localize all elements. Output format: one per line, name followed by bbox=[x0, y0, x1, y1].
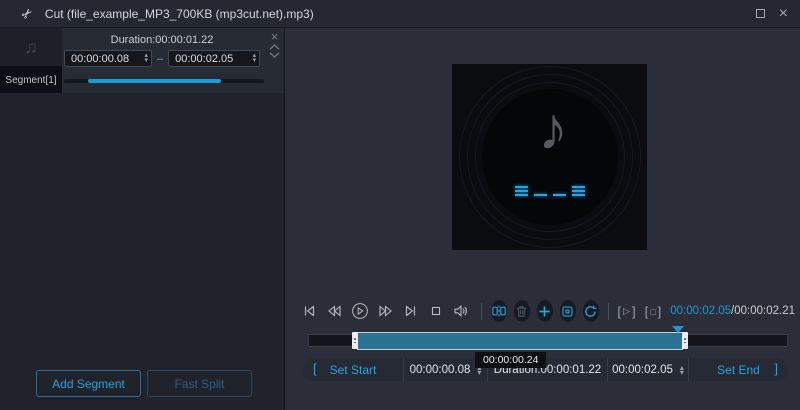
bracket-open-glyph: [ bbox=[644, 303, 649, 319]
bracket-open-glyph: [ bbox=[617, 303, 622, 319]
toolbar-divider bbox=[607, 302, 609, 320]
stop-selection-button[interactable]: [ □ ] bbox=[645, 304, 662, 319]
move-segment-up-button[interactable] bbox=[269, 44, 280, 50]
segment-end-input[interactable]: 00:00:02.05 ▴ ▾ bbox=[168, 50, 261, 67]
audio-artwork: ♪ bbox=[452, 64, 647, 250]
segment-detail-card: Duration:00:00:01.22 00:00:00.08 ▴ ▾ – 0… bbox=[62, 28, 284, 93]
bracket-close-glyph: ] bbox=[631, 303, 636, 319]
total-time: 00:00:02.21 bbox=[734, 305, 795, 317]
timeline-tooltip: 00:00:00.24 bbox=[475, 352, 547, 368]
timeline-track[interactable] bbox=[308, 326, 788, 350]
toolbar-divider bbox=[481, 302, 482, 320]
remove-segment-button[interactable]: × bbox=[271, 30, 279, 43]
move-segment-down-button[interactable] bbox=[269, 52, 280, 58]
time-display: 00:00:02.05/00:00:02.21 bbox=[670, 305, 800, 317]
title-bar: ✂ Cut (file_example_MP3_700KB (mp3cut.ne… bbox=[0, 0, 800, 28]
end-time-value: 00:00:02.05 bbox=[612, 363, 673, 376]
play-selection-button[interactable]: [ ▷ ] bbox=[617, 304, 635, 319]
segment-thumbnail: ♫ bbox=[0, 28, 62, 66]
segment-list-panel: ♫ Segment[1] Duration:00:00:01.22 00:00:… bbox=[0, 28, 285, 410]
add-segment-button[interactable]: Add Segment bbox=[36, 370, 141, 397]
segment-start-stepper[interactable]: ▴ ▾ bbox=[144, 52, 148, 63]
set-start-button[interactable]: Set Start bbox=[330, 363, 377, 377]
range-dash: – bbox=[157, 52, 164, 65]
current-time: 00:00:02.05 bbox=[670, 305, 732, 317]
end-time-input[interactable]: 00:00:02.05 ▴ ▾ bbox=[607, 358, 688, 381]
maximize-icon bbox=[755, 9, 765, 18]
stop-button[interactable] bbox=[428, 302, 444, 320]
skip-end-button[interactable] bbox=[403, 302, 419, 320]
fast-forward-button[interactable] bbox=[378, 302, 394, 320]
selection-start-handle[interactable] bbox=[352, 332, 358, 349]
close-button[interactable]: × bbox=[779, 6, 788, 22]
selection-end-handle[interactable] bbox=[682, 332, 688, 349]
delete-segment-button[interactable] bbox=[513, 300, 530, 322]
copy-segment-button[interactable] bbox=[559, 300, 576, 322]
music-note-icon: ♫ bbox=[24, 36, 38, 57]
segment-range-bar bbox=[64, 79, 264, 83]
segment-thumbnail-column: ♫ Segment[1] bbox=[0, 28, 62, 93]
preview-panel: ♪ [▷] [□] 00:00:02.05/00:00:02.21 00… bbox=[285, 28, 800, 410]
music-note-icon: ♪ bbox=[538, 95, 569, 162]
split-segment-button[interactable] bbox=[490, 300, 507, 322]
segment-end-value: 00:00:02.05 bbox=[175, 52, 234, 65]
scissors-icon: ✂ bbox=[17, 3, 37, 23]
stop-small-icon: □ bbox=[650, 306, 656, 317]
timeline-selection[interactable] bbox=[352, 332, 688, 350]
bracket-close-glyph: ] bbox=[657, 303, 662, 319]
fast-split-button[interactable]: Fast Split bbox=[147, 370, 252, 397]
stepper-down-icon[interactable]: ▾ bbox=[680, 368, 684, 376]
maximize-button[interactable] bbox=[755, 5, 765, 23]
stepper-down-icon[interactable]: ▾ bbox=[253, 57, 257, 63]
stepper-down-icon[interactable]: ▾ bbox=[477, 368, 481, 376]
segment-end-stepper[interactable]: ▴ ▾ bbox=[253, 52, 257, 63]
start-bracket: [ bbox=[313, 361, 317, 376]
segment-start-value: 00:00:00.08 bbox=[71, 52, 130, 65]
playhead-marker[interactable] bbox=[672, 326, 684, 333]
add-segment-icon-button[interactable] bbox=[536, 300, 553, 322]
play-button[interactable] bbox=[351, 302, 369, 320]
playback-toolbar: [ ▷ ] [ □ ] 00:00:02.05/00:00:02.21 bbox=[301, 298, 800, 324]
stepper-down-icon[interactable]: ▾ bbox=[144, 57, 148, 63]
equalizer-icon bbox=[514, 184, 585, 196]
segment-item-label: Segment[1] bbox=[5, 75, 57, 86]
segment-start-input[interactable]: 00:00:00.08 ▴ ▾ bbox=[64, 50, 152, 67]
start-time-value: 00:00:00.08 bbox=[409, 363, 471, 376]
set-end-button[interactable]: Set End bbox=[717, 363, 760, 377]
volume-button[interactable] bbox=[453, 302, 470, 320]
rewind-button[interactable] bbox=[326, 302, 342, 320]
skip-start-button[interactable] bbox=[301, 302, 317, 320]
end-bracket: ] bbox=[774, 361, 778, 376]
segment-range-fill bbox=[88, 79, 221, 83]
end-time-stepper[interactable]: ▴ ▾ bbox=[680, 363, 684, 376]
play-small-icon: ▷ bbox=[623, 306, 630, 316]
reset-button[interactable] bbox=[582, 300, 599, 322]
window-title: Cut (file_example_MP3_700KB (mp3cut.net)… bbox=[44, 6, 314, 21]
segment-duration-label: Duration:00:00:01.22 bbox=[110, 34, 214, 46]
segment-item[interactable]: ♫ Segment[1] Duration:00:00:01.22 00:00:… bbox=[0, 28, 284, 93]
